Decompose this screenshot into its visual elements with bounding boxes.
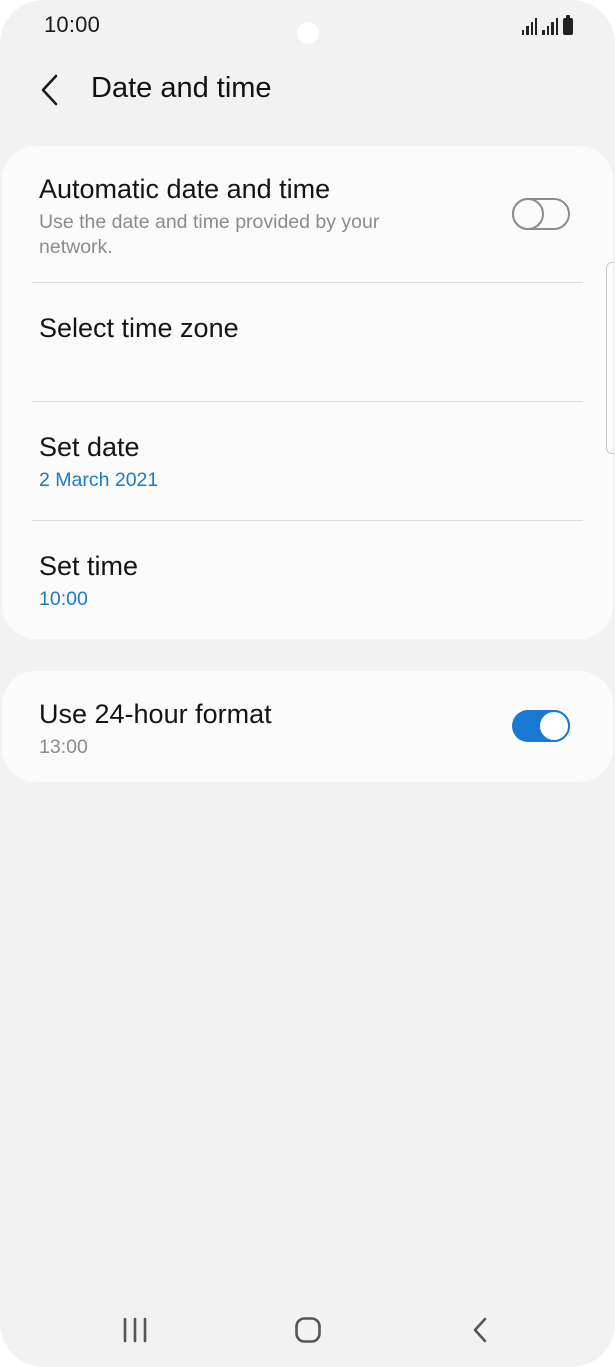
set-time-title: Set time [39, 551, 139, 581]
format-settings-card: Use 24-hour format 13:00 [2, 671, 613, 782]
automatic-date-time-toggle[interactable] [512, 198, 572, 232]
app-header: Date and time [0, 60, 615, 120]
home-button[interactable] [278, 1310, 338, 1350]
back-icon [473, 1317, 487, 1343]
use-24-hour-format-title: Use 24-hour format [39, 699, 272, 729]
phone-screen: 10:00 Date and time Automatic date and t… [0, 0, 615, 1367]
set-time-value: 10:00 [39, 588, 88, 610]
signal-icon [521, 17, 538, 35]
home-icon [295, 1317, 321, 1343]
nav-back-button[interactable] [450, 1310, 510, 1350]
scrollbar[interactable] [606, 262, 614, 454]
battery-icon [563, 15, 573, 35]
recents-icon [123, 1317, 147, 1343]
chevron-left-icon [41, 74, 58, 106]
select-time-zone-title: Select time zone [39, 313, 239, 343]
automatic-date-time-subtitle-line2: network. [39, 236, 113, 258]
select-time-zone-row[interactable]: Select time zone [2, 283, 613, 401]
status-bar: 10:00 [0, 0, 615, 52]
set-date-row[interactable]: Set date 2 March 2021 [2, 402, 613, 520]
toggle-knob [512, 198, 544, 230]
set-date-value: 2 March 2021 [39, 469, 159, 491]
automatic-date-time-row[interactable]: Automatic date and time Use the date and… [2, 146, 613, 282]
set-time-row[interactable]: Set time 10:00 [2, 521, 613, 639]
page-title: Date and time [91, 72, 272, 104]
back-button[interactable] [30, 68, 70, 112]
signal-icon [542, 17, 558, 35]
camera-cutout [297, 22, 319, 44]
use-24-hour-format-subtitle: 13:00 [39, 736, 88, 758]
set-date-title: Set date [39, 432, 140, 462]
toggle-knob [538, 710, 570, 742]
automatic-date-time-subtitle-line1: Use the date and time provided by your [39, 211, 380, 233]
use-24-hour-format-toggle[interactable] [512, 710, 572, 744]
date-time-settings-card: Automatic date and time Use the date and… [2, 146, 613, 639]
status-icons [521, 15, 573, 35]
use-24-hour-format-row[interactable]: Use 24-hour format 13:00 [2, 671, 613, 782]
status-time: 10:00 [44, 12, 101, 37]
navigation-bar [0, 1300, 615, 1360]
automatic-date-time-title: Automatic date and time [39, 174, 331, 204]
recents-button[interactable] [105, 1310, 165, 1350]
